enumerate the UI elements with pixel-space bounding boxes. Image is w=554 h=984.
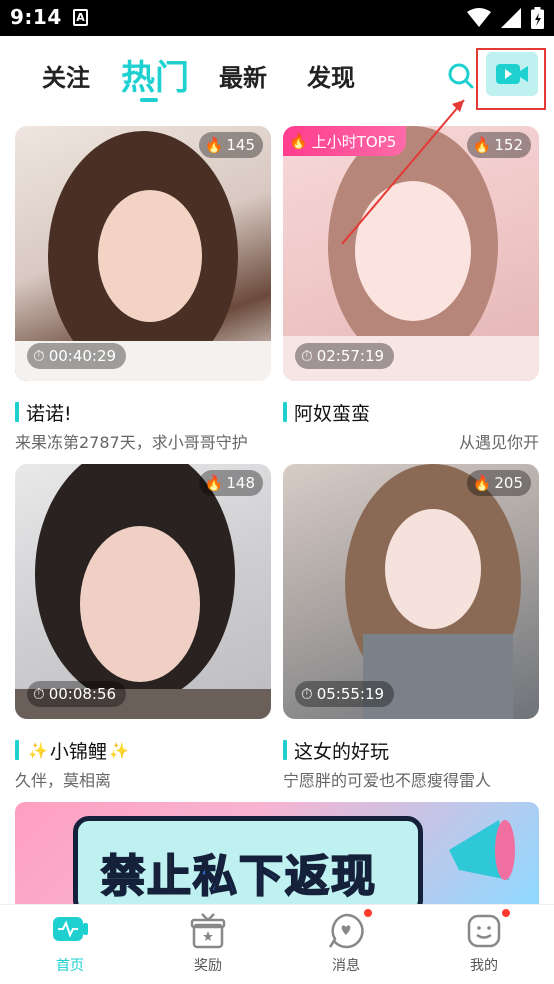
wifi-icon — [467, 8, 491, 27]
title-accent-bar — [15, 402, 19, 422]
search-button[interactable] — [445, 60, 477, 92]
duration-text: 05:55:19 — [316, 685, 385, 703]
megaphone-icon — [449, 820, 515, 880]
card-subtitle: 宁愿胖的可爱也不愿瘦得雷人 — [283, 771, 492, 790]
profile-icon — [467, 914, 501, 948]
heat-badge: 🔥 148 — [198, 470, 263, 496]
clock-icon: ⏱ — [33, 685, 45, 703]
title-accent-bar — [283, 740, 287, 760]
heat-count: 145 — [226, 136, 255, 154]
home-tv-icon — [53, 917, 88, 941]
stream-thumbnail[interactable]: 🔥 145 ⏱ 00:40:29 — [15, 126, 271, 381]
sparkle-icon: ✨ — [108, 740, 129, 760]
banner-text-part1: 禁止 — [100, 850, 193, 903]
unread-dot — [364, 909, 372, 917]
stream-card[interactable]: 🔥 148 ⏱ 00:08:56 ✨ 小锦鲤 ✨ 久伴，莫相离 — [15, 464, 271, 791]
card-title-text: 阿奴蛮蛮 — [294, 402, 371, 425]
flame-icon: 🔥 — [289, 132, 308, 150]
stream-card[interactable]: 🔥 上小时TOP5 🔥 152 ⏱ 02:57:19 阿奴蛮蛮 从遇见你开 — [283, 126, 539, 453]
clock-icon: ⏱ — [33, 347, 45, 365]
card-title: 这女的好玩 — [283, 737, 539, 763]
sparkle-icon: ✨ — [28, 740, 48, 760]
fire-icon: 🔥 — [472, 474, 492, 492]
gift-icon — [190, 913, 226, 949]
duration-text: 02:57:19 — [316, 347, 385, 365]
title-accent-bar — [15, 740, 19, 760]
stream-card[interactable]: 🔥 145 ⏱ 00:40:29 诺诺! 来果冻第2787天，求小哥哥守护 — [15, 126, 271, 453]
duration-badge: ⏱ 00:08:56 — [27, 681, 127, 707]
card-title: 诺诺! — [15, 399, 271, 425]
card-title-text: 这女的好玩 — [294, 740, 390, 763]
banner-text: 禁止私下返现 — [100, 840, 377, 904]
top-rank-badge: 🔥 上小时TOP5 — [283, 126, 407, 156]
nav-home[interactable]: 首页 — [30, 905, 110, 984]
nav-home-label: 首页 — [56, 958, 84, 974]
card-title: 阿奴蛮蛮 — [283, 399, 539, 425]
card-subtitle: 久伴，莫相离 — [15, 771, 112, 790]
signal-icon — [501, 8, 521, 28]
battery-icon — [531, 7, 544, 29]
duration-text: 00:40:29 — [48, 347, 117, 365]
tab-hot[interactable]: 热门 — [121, 50, 189, 99]
nav-profile[interactable]: 我的 — [444, 905, 524, 984]
unread-dot — [502, 909, 510, 917]
promo-banner[interactable]: 禁止私下返现 — [15, 802, 539, 904]
stream-thumbnail[interactable]: 🔥 148 ⏱ 00:08:56 — [15, 464, 271, 719]
clock-icon: ⏱ — [301, 347, 313, 365]
nav-rewards[interactable]: 奖励 — [168, 905, 248, 984]
clock-icon: ⏱ — [301, 685, 313, 703]
stream-card[interactable]: 🔥 205 ⏱ 05:55:19 这女的好玩 宁愿胖的可爱也不愿瘦得雷人 — [283, 464, 539, 791]
tab-discover[interactable]: 发现 — [307, 58, 355, 93]
duration-badge: ⏱ 00:40:29 — [27, 343, 127, 369]
status-bar: 9:14 A — [0, 0, 554, 36]
heat-badge: 🔥 152 — [466, 132, 531, 158]
nav-messages-label: 消息 — [332, 958, 360, 974]
title-accent-bar — [283, 402, 287, 422]
annotation-highlight-box — [476, 48, 546, 110]
nav-profile-label: 我的 — [470, 958, 498, 974]
stream-thumbnail[interactable]: 🔥 上小时TOP5 🔥 152 ⏱ 02:57:19 — [283, 126, 539, 381]
card-title-text: 小锦鲤 — [49, 740, 107, 763]
card-title: ✨ 小锦鲤 ✨ — [15, 737, 271, 763]
fire-icon: 🔥 — [472, 136, 492, 154]
heat-count: 152 — [494, 136, 523, 154]
heat-count: 205 — [494, 474, 523, 492]
duration-text: 00:08:56 — [48, 685, 117, 703]
banner-text-part2: 私下 — [192, 850, 285, 903]
fire-icon: 🔥 — [204, 474, 224, 492]
bottom-nav: 首页 奖励 消息 我的 — [0, 904, 554, 984]
heat-badge: 🔥 145 — [198, 132, 263, 158]
card-subtitle: 从遇见你开 — [458, 433, 539, 452]
card-subtitle: 来果冻第2787天，求小哥哥守护 — [15, 433, 248, 452]
card-title-text: 诺诺! — [26, 402, 72, 425]
search-icon — [448, 63, 474, 89]
banner-text-part3: 返现 — [284, 850, 377, 903]
active-tab-indicator — [140, 98, 158, 102]
message-icon — [328, 913, 364, 949]
notification-icon: A — [73, 9, 88, 26]
duration-badge: ⏱ 05:55:19 — [295, 681, 395, 707]
tab-latest[interactable]: 最新 — [219, 58, 267, 93]
fire-icon: 🔥 — [204, 136, 224, 154]
heat-count: 148 — [226, 474, 255, 492]
duration-badge: ⏱ 02:57:19 — [295, 343, 395, 369]
top-rank-text: 上小时TOP5 — [311, 132, 397, 151]
nav-rewards-label: 奖励 — [194, 958, 222, 974]
tab-follow[interactable]: 关注 — [42, 58, 90, 93]
nav-messages[interactable]: 消息 — [306, 905, 386, 984]
status-time: 9:14 — [10, 5, 62, 29]
status-icons — [467, 6, 544, 30]
stream-thumbnail[interactable]: 🔥 205 ⏱ 05:55:19 — [283, 464, 539, 719]
top-nav: 关注 热门 最新 发现 — [0, 36, 554, 114]
heat-badge: 🔥 205 — [466, 470, 531, 496]
